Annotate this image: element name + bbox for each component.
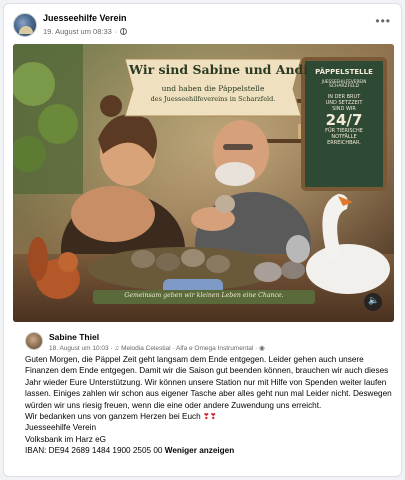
post-meta: 19. August um 08:33 · bbox=[43, 27, 128, 36]
page-avatar[interactable] bbox=[13, 13, 37, 37]
author-avatar[interactable] bbox=[25, 332, 43, 350]
thanks-text: Wir bedanken uns von ganzem Herzen bei E… bbox=[25, 412, 201, 422]
image-subline-1: und haben die Päppelstelle bbox=[161, 84, 265, 93]
speaker-icon: 🔈 bbox=[368, 295, 380, 305]
iban-value: IBAN: DE94 2689 1484 1900 2505 00 bbox=[25, 446, 163, 456]
post-card: Juesseehilfe Verein 19. August um 08:33 … bbox=[3, 3, 402, 477]
heart-icon: ❣❣ bbox=[202, 412, 217, 422]
more-options-button[interactable]: ••• bbox=[375, 15, 391, 27]
board-line-8: ERREICHBAR. bbox=[327, 140, 361, 146]
board-title: PÄPPELSTELLE bbox=[315, 68, 373, 76]
globe-icon bbox=[120, 28, 128, 35]
iban-line: IBAN: DE94 2689 1484 1900 2505 00 Wenige… bbox=[25, 445, 395, 456]
post-header: Juesseehilfe Verein 19. August um 08:33 … bbox=[4, 4, 401, 44]
comment-meta: 18. August um 10:03 · ♫ Melodia Celestia… bbox=[49, 345, 265, 352]
bank-name: Juesseehilfe Verein bbox=[25, 423, 97, 433]
comment-text: Guten Morgen, die Päppel Zeit geht langs… bbox=[25, 354, 395, 457]
volume-button[interactable]: 🔈 bbox=[364, 293, 382, 311]
image-headline: Wir sind Sabine und Andi bbox=[129, 62, 309, 77]
chalkboard-sign: PÄPPELSTELLE JUESSEEHILFEVEREIN SCHARZFE… bbox=[305, 64, 383, 146]
board-line-2: SCHARZFELD bbox=[328, 84, 360, 89]
post-timestamp[interactable]: 19. August um 08:33 bbox=[43, 27, 112, 36]
page-name[interactable]: Juesseehilfe Verein bbox=[43, 13, 127, 23]
bank-institution: Volksbank im Harz eG bbox=[25, 434, 106, 444]
meta-separator: · bbox=[114, 27, 118, 36]
post-image[interactable]: Wir sind Sabine und Andi und haben die P… bbox=[13, 44, 394, 322]
board-big: 24/7 bbox=[325, 111, 363, 129]
image-subline-2: des Juesseehilfevereins in Scharzfeld. bbox=[150, 95, 276, 103]
image-banner: Gemeinsam geben wir kleinen Leben eine C… bbox=[124, 292, 284, 299]
author-name[interactable]: Sabine Thiel bbox=[49, 332, 99, 342]
comment-paragraph: Guten Morgen, die Päppel Zeit geht langs… bbox=[25, 355, 392, 410]
show-less-button[interactable]: Weniger anzeigen bbox=[165, 446, 234, 455]
comment-thanks: Wir bedanken uns von ganzem Herzen bei E… bbox=[25, 411, 395, 422]
